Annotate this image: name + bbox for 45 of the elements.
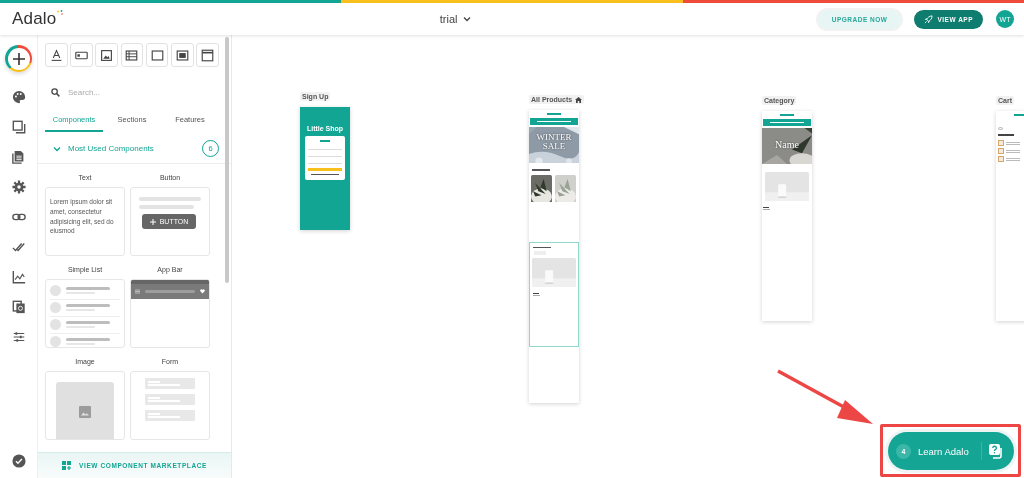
screen-tool-button[interactable] [196,43,219,67]
logo-text: Adalo [12,9,57,29]
screen-preview[interactable]: WINTER SALE [529,110,579,403]
card-tool-icon [175,48,189,62]
image-tool-button[interactable] [95,43,118,67]
plus-icon [149,218,156,225]
list-tool-button[interactable] [120,43,144,67]
help-icon [988,443,1004,459]
add-button[interactable] [5,45,32,72]
screens-icon[interactable] [11,120,26,134]
sliders-icon[interactable] [11,330,26,344]
palette-icon[interactable] [11,90,26,104]
button-label: Learn Adalo [917,445,970,457]
home-icon [575,96,583,103]
scrollbar[interactable] [225,37,229,283]
grid-plus-icon [62,461,72,470]
screen-preview[interactable]: Name [762,111,812,321]
input-tool-button[interactable] [70,43,93,67]
component-card[interactable] [45,371,125,440]
plus-icon [11,51,26,66]
document-stack-icon[interactable] [11,150,26,164]
text-tool-icon [49,48,63,62]
rectangle-tool-button[interactable] [145,43,169,67]
card-tool-button[interactable] [171,43,194,67]
copy-icon[interactable] [11,300,26,314]
double-check-icon[interactable] [11,240,26,254]
banner-text: WINTER SALE [535,133,573,151]
screen-tool-icon [201,48,215,62]
rocket-icon [924,14,934,24]
text-tool-button[interactable] [45,43,68,67]
group-title[interactable]: Most Used Components [68,144,202,153]
component-card[interactable] [130,279,210,348]
banner-text: Name [774,140,800,150]
logo-dots-icon [57,10,64,15]
settings-icon[interactable] [11,180,26,194]
image-icon [79,406,91,418]
line-chart-icon[interactable] [11,270,26,284]
project-switcher[interactable]: trial [439,13,472,25]
caret-icon [463,16,472,22]
search-icon [51,88,60,97]
rectangle-tool-icon [150,48,164,62]
list-tool-icon [125,48,139,62]
check-circle-icon[interactable] [11,454,26,468]
image-tool-icon [100,48,114,62]
chevron-icon[interactable] [53,145,61,152]
